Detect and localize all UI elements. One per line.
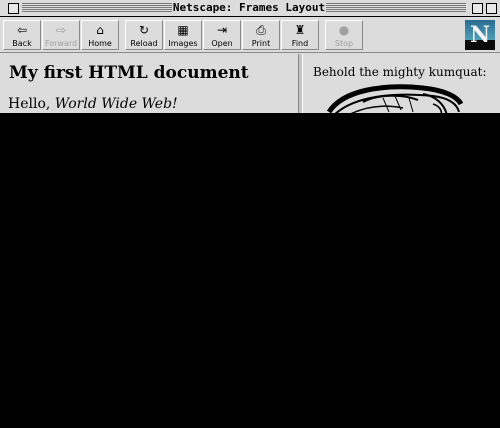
- greeting-prefix: Hello,: [8, 96, 55, 112]
- reload-button[interactable]: ↻ Reload: [125, 20, 163, 50]
- open-icon: ⇥: [216, 23, 228, 37]
- netscape-logo-icon[interactable]: N: [465, 20, 495, 50]
- images-button-label: Images: [168, 39, 198, 48]
- window-title: Netscape: Frames Layout: [172, 1, 326, 14]
- print-button[interactable]: ⎙ Print: [242, 20, 280, 50]
- navigation-toolbar: ⇦ Back ⇨ Forward ⌂ Home ↻ Reload ▦ Image…: [0, 17, 500, 53]
- document-heading: My first HTML document: [9, 63, 249, 83]
- find-button-label: Find: [291, 39, 309, 48]
- zoom-box[interactable]: [472, 3, 483, 14]
- reload-button-label: Reload: [130, 39, 158, 48]
- home-button[interactable]: ⌂ Home: [81, 20, 119, 50]
- print-icon: ⎙: [256, 23, 266, 37]
- greeting-line: Hello, World Wide Web!: [8, 96, 178, 112]
- browser-window: Netscape: Frames Layout ⇦ Back ⇨ Forward…: [0, 0, 500, 113]
- stop-button[interactable]: ● Stop: [325, 20, 363, 50]
- back-arrow-icon: ⇦: [16, 23, 28, 37]
- find-button[interactable]: ♜ Find: [281, 20, 319, 50]
- right-frame: Behold the mighty kumquat:: [303, 54, 500, 113]
- images-icon: ▦: [177, 23, 189, 37]
- title-bar[interactable]: Netscape: Frames Layout: [0, 0, 500, 17]
- stop-button-label: Stop: [334, 39, 354, 48]
- close-box[interactable]: [8, 3, 19, 14]
- collapse-box[interactable]: [486, 3, 497, 14]
- forward-button-label: Forward: [44, 39, 78, 48]
- images-button[interactable]: ▦ Images: [164, 20, 202, 50]
- title-bar-stripes: [326, 3, 466, 13]
- kumquat-image: [326, 84, 463, 113]
- open-button-label: Open: [211, 39, 233, 48]
- back-button[interactable]: ⇦ Back: [3, 20, 41, 50]
- forward-arrow-icon: ⇨: [55, 23, 67, 37]
- left-frame: My first HTML document Hello, World Wide…: [0, 54, 298, 113]
- logo-letter: N: [469, 22, 491, 48]
- forward-button[interactable]: ⇨ Forward: [42, 20, 80, 50]
- reload-icon: ↻: [138, 23, 150, 37]
- back-button-label: Back: [12, 39, 32, 48]
- home-icon: ⌂: [96, 23, 104, 37]
- title-bar-stripes: [22, 3, 172, 13]
- find-icon: ♜: [294, 23, 306, 37]
- stop-icon: ●: [338, 23, 350, 37]
- kumquat-caption: Behold the mighty kumquat:: [313, 65, 487, 79]
- open-button[interactable]: ⇥ Open: [203, 20, 241, 50]
- greeting-emphasis: World Wide Web!: [54, 96, 178, 112]
- print-button-label: Print: [251, 39, 271, 48]
- home-button-label: Home: [88, 39, 112, 48]
- black-area: [0, 113, 500, 428]
